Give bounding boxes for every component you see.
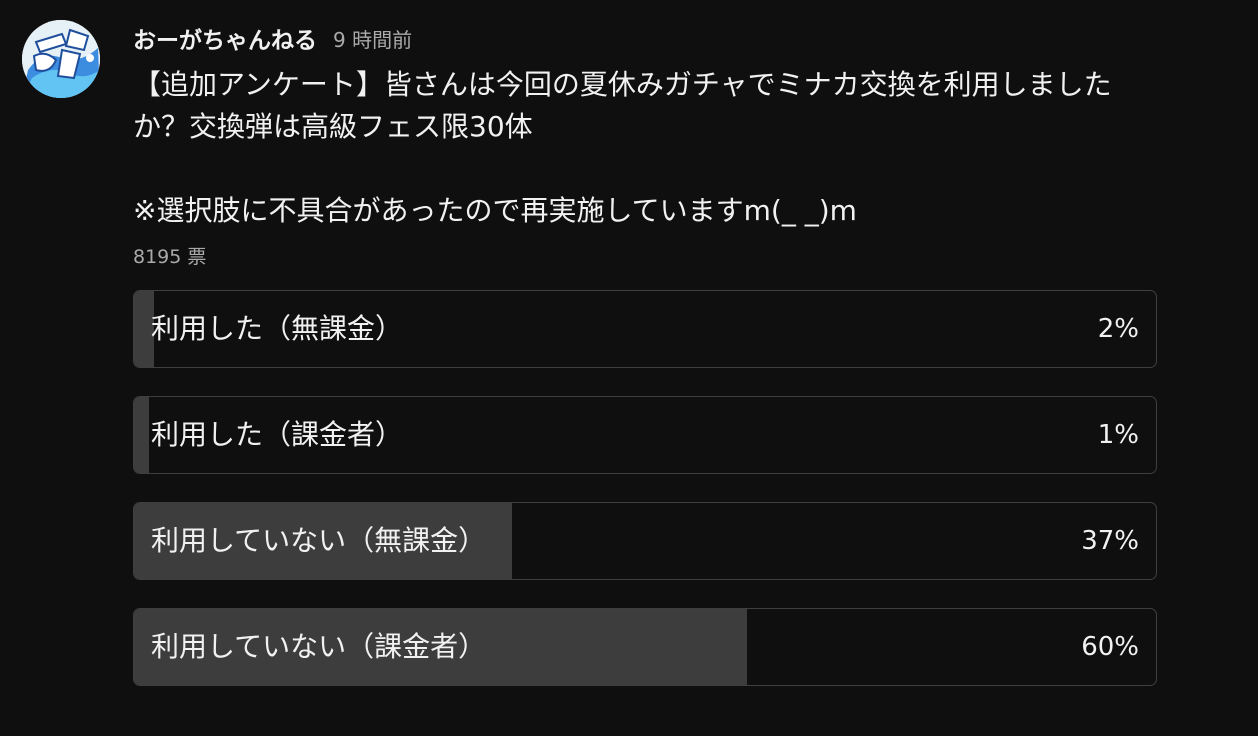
poll-option[interactable]: 利用していない（課金者） 60% (133, 608, 1157, 686)
poll-option-label: 利用していない（無課金） (151, 524, 487, 557)
post-time[interactable]: 9 時間前 (333, 24, 412, 53)
poll-options: 利用した（無課金） 2% 利用した（課金者） 1% 利用していない（無課金） 3… (133, 290, 1157, 686)
poll-option[interactable]: 利用した（課金者） 1% (133, 396, 1157, 474)
poll-option-label: 利用した（課金者） (151, 418, 404, 451)
poll-option[interactable]: 利用した（無課金） 2% (133, 290, 1157, 368)
avatar[interactable] (22, 20, 100, 98)
author-name[interactable]: おーがちゃんねる (133, 21, 317, 55)
poll-option-label: 利用していない（課金者） (151, 630, 487, 663)
poll-option-percent: 37% (1081, 526, 1139, 556)
poll-option-label: 利用した（無課金） (151, 312, 404, 345)
poll-option-percent: 1% (1097, 420, 1139, 450)
poll-option[interactable]: 利用していない（無課金） 37% (133, 502, 1157, 580)
poll-option-fill (134, 397, 149, 473)
poll-option-percent: 60% (1081, 632, 1139, 662)
channel-logo-icon (22, 20, 100, 98)
community-post: おーがちゃんねる 9 時間前 【追加アンケート】皆さんは今回の夏休みガチャでミナ… (0, 0, 1258, 736)
post-text: 【追加アンケート】皆さんは今回の夏休みガチャでミナカ交換を利用しましたか？交換弾… (133, 68, 1112, 227)
post-content: おーがちゃんねる 9 時間前 【追加アンケート】皆さんは今回の夏休みガチャでミナ… (133, 20, 1157, 714)
post-header: おーがちゃんねる 9 時間前 (133, 20, 1157, 56)
vote-count: 8195 票 (133, 246, 207, 268)
poll-option-percent: 2% (1097, 314, 1139, 344)
